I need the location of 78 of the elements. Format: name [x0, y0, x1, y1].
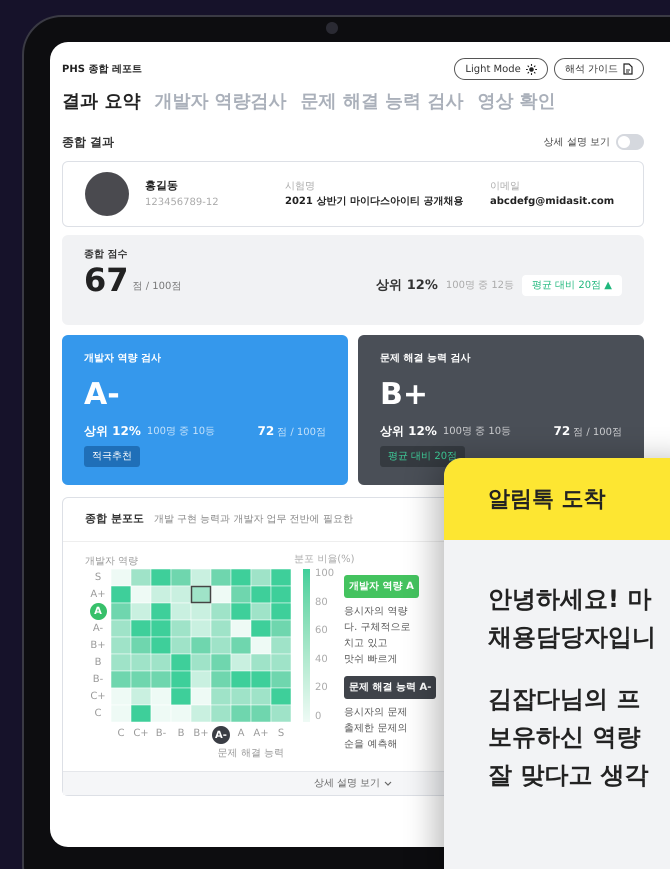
row-label: C+	[90, 690, 106, 704]
scale-tick: 40	[315, 654, 329, 665]
row-label: C	[94, 707, 102, 721]
card-score: 72	[553, 423, 570, 440]
score-label: 종합 점수	[84, 248, 128, 262]
score-unit: 점 / 100점	[132, 280, 182, 294]
score-unit: 점 / 100점	[573, 426, 622, 440]
card-title: 문제 해결 능력 검사	[380, 352, 472, 366]
rank-text: 상위 12%	[380, 423, 437, 440]
column-label: A-	[212, 726, 230, 744]
detail-toggle[interactable]	[616, 134, 644, 150]
row-label: A+	[90, 588, 106, 602]
rank-text: 상위 12%	[376, 276, 438, 295]
row-label: B-	[92, 673, 104, 687]
guide-button[interactable]: 해석 가이드	[554, 58, 644, 80]
rank-note: 100명 중 10등	[442, 424, 512, 438]
grade-label: 문제 해결 능력 A-	[344, 676, 436, 699]
column-label: B	[178, 727, 184, 741]
report-title: PHS 종합 레포트	[62, 62, 142, 76]
rank-text: 상위 12%	[84, 423, 141, 440]
grade-explanation: 응시자의 역량 다. 구체적으로 치고 있고 맛쉬 빠르게	[344, 605, 412, 667]
axis-title: 문제 해결 능력	[218, 747, 284, 761]
grade-explanation: 응시자의 문제 출제한 문제의 순을 예측해	[344, 706, 408, 752]
scale-tick: 20	[315, 683, 329, 694]
total-score: 67	[84, 264, 129, 296]
row-label: A	[90, 603, 106, 620]
notification-text: 채용담당자입니	[488, 622, 657, 653]
notification-title: 알림톡 도착	[488, 486, 606, 514]
field-value: 2021 상반기 마이다스아이티 공개채용	[285, 195, 464, 209]
column-label: C	[118, 727, 124, 741]
row-label: A-	[92, 622, 104, 636]
grade: A-	[84, 380, 121, 410]
row-label: B	[94, 656, 102, 670]
axis-title: 개발자 역량	[85, 555, 138, 569]
tab[interactable]: 결과 요약	[62, 88, 140, 115]
card-title: 개발자 역량 검사	[84, 352, 162, 366]
sun-icon	[526, 64, 537, 74]
notification-text: 보유하신 역량	[488, 722, 642, 753]
document-icon	[623, 63, 633, 75]
show-details-button[interactable]: 상세 설명 보기	[314, 776, 392, 791]
column-label: B+	[193, 727, 209, 741]
card-tag: 적극추천	[84, 446, 140, 467]
column-label: C+	[133, 727, 149, 741]
rank-note: 100명 중 12등	[446, 279, 514, 293]
grade-label: 개발자 역량 A	[344, 575, 419, 598]
scale-title: 분포 비율(%)	[294, 553, 356, 567]
notification-text: 안녕하세요! 마	[488, 584, 652, 615]
light-mode-button[interactable]: Light Mode	[454, 58, 548, 80]
column-label: B-	[156, 727, 166, 741]
distribution-title: 종합 분포도	[85, 511, 144, 528]
field-label: 시험명	[285, 180, 316, 194]
row-label: S	[94, 571, 102, 585]
field-label: 이메일	[490, 180, 521, 194]
card-tag: 평균 대비 20점	[380, 446, 466, 467]
selected-cell-outline	[190, 586, 212, 604]
column-label: S	[278, 727, 284, 741]
candidate-id: 123456789-12	[145, 196, 220, 210]
grade: B+	[380, 380, 430, 410]
row-label: B+	[90, 639, 106, 653]
chevron-down-icon	[384, 780, 392, 786]
score-unit: 점 / 100점	[277, 426, 326, 440]
scale-tick: 0	[315, 712, 322, 722]
card-score: 72	[257, 423, 274, 440]
column-label: A+	[253, 727, 269, 741]
notification-text: 잘 맞다고 생각	[488, 760, 650, 791]
candidate-name: 홍길동	[145, 178, 179, 194]
scale-tick: 100	[315, 569, 334, 579]
column-label: A	[238, 727, 244, 741]
scale-tick: 60	[315, 626, 329, 636]
rank-note: 100명 중 10등	[146, 424, 216, 438]
distribution-description: 개발 구현 능력과 개발자 업무 전반에 필요한	[154, 513, 353, 527]
comparison-badge: 평균 대비 20점 ▲	[522, 275, 622, 296]
toggle-label: 상세 설명 보기	[544, 136, 610, 150]
scale-tick: 80	[315, 598, 329, 608]
avatar	[85, 172, 129, 216]
field-value: abcdefg@midasit.com	[490, 195, 614, 209]
notification-text: 김잡다님의 프	[488, 684, 642, 715]
section-title: 종합 결과	[62, 134, 114, 151]
